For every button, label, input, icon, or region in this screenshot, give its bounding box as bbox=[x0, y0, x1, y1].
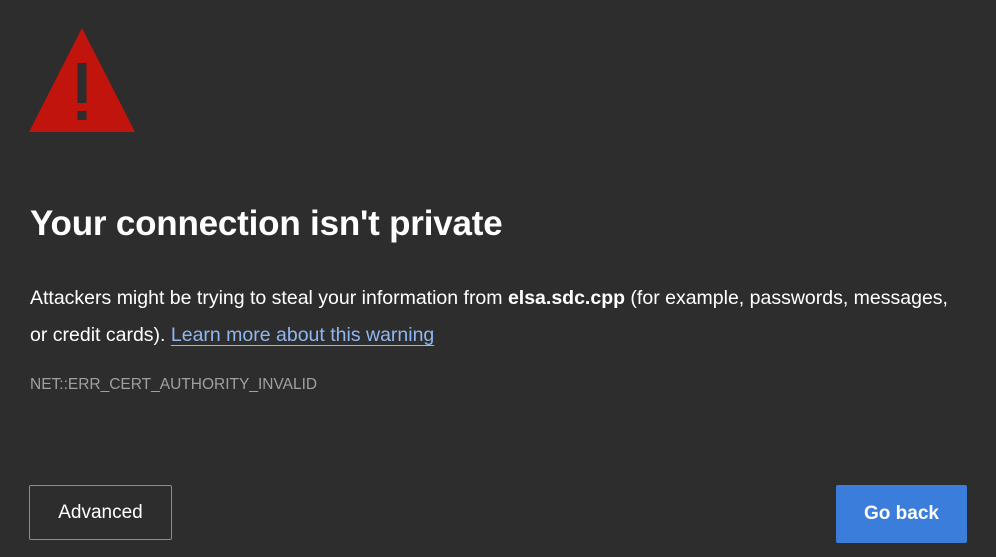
page-title: Your connection isn't private bbox=[30, 204, 503, 243]
warning-message: Attackers might be trying to steal your … bbox=[30, 280, 970, 354]
learn-more-link[interactable]: Learn more about this warning bbox=[171, 324, 434, 346]
go-back-button[interactable]: Go back bbox=[836, 485, 967, 543]
message-prefix: Attackers might be trying to steal your … bbox=[30, 287, 508, 309]
error-code: NET::ERR_CERT_AUTHORITY_INVALID bbox=[30, 376, 318, 393]
interstitial-page: Your connection isn't private Attackers … bbox=[0, 0, 996, 557]
warning-triangle-icon bbox=[29, 28, 135, 132]
site-host: elsa.sdc.cpp bbox=[507, 287, 626, 309]
advanced-button[interactable]: Advanced bbox=[29, 485, 172, 540]
